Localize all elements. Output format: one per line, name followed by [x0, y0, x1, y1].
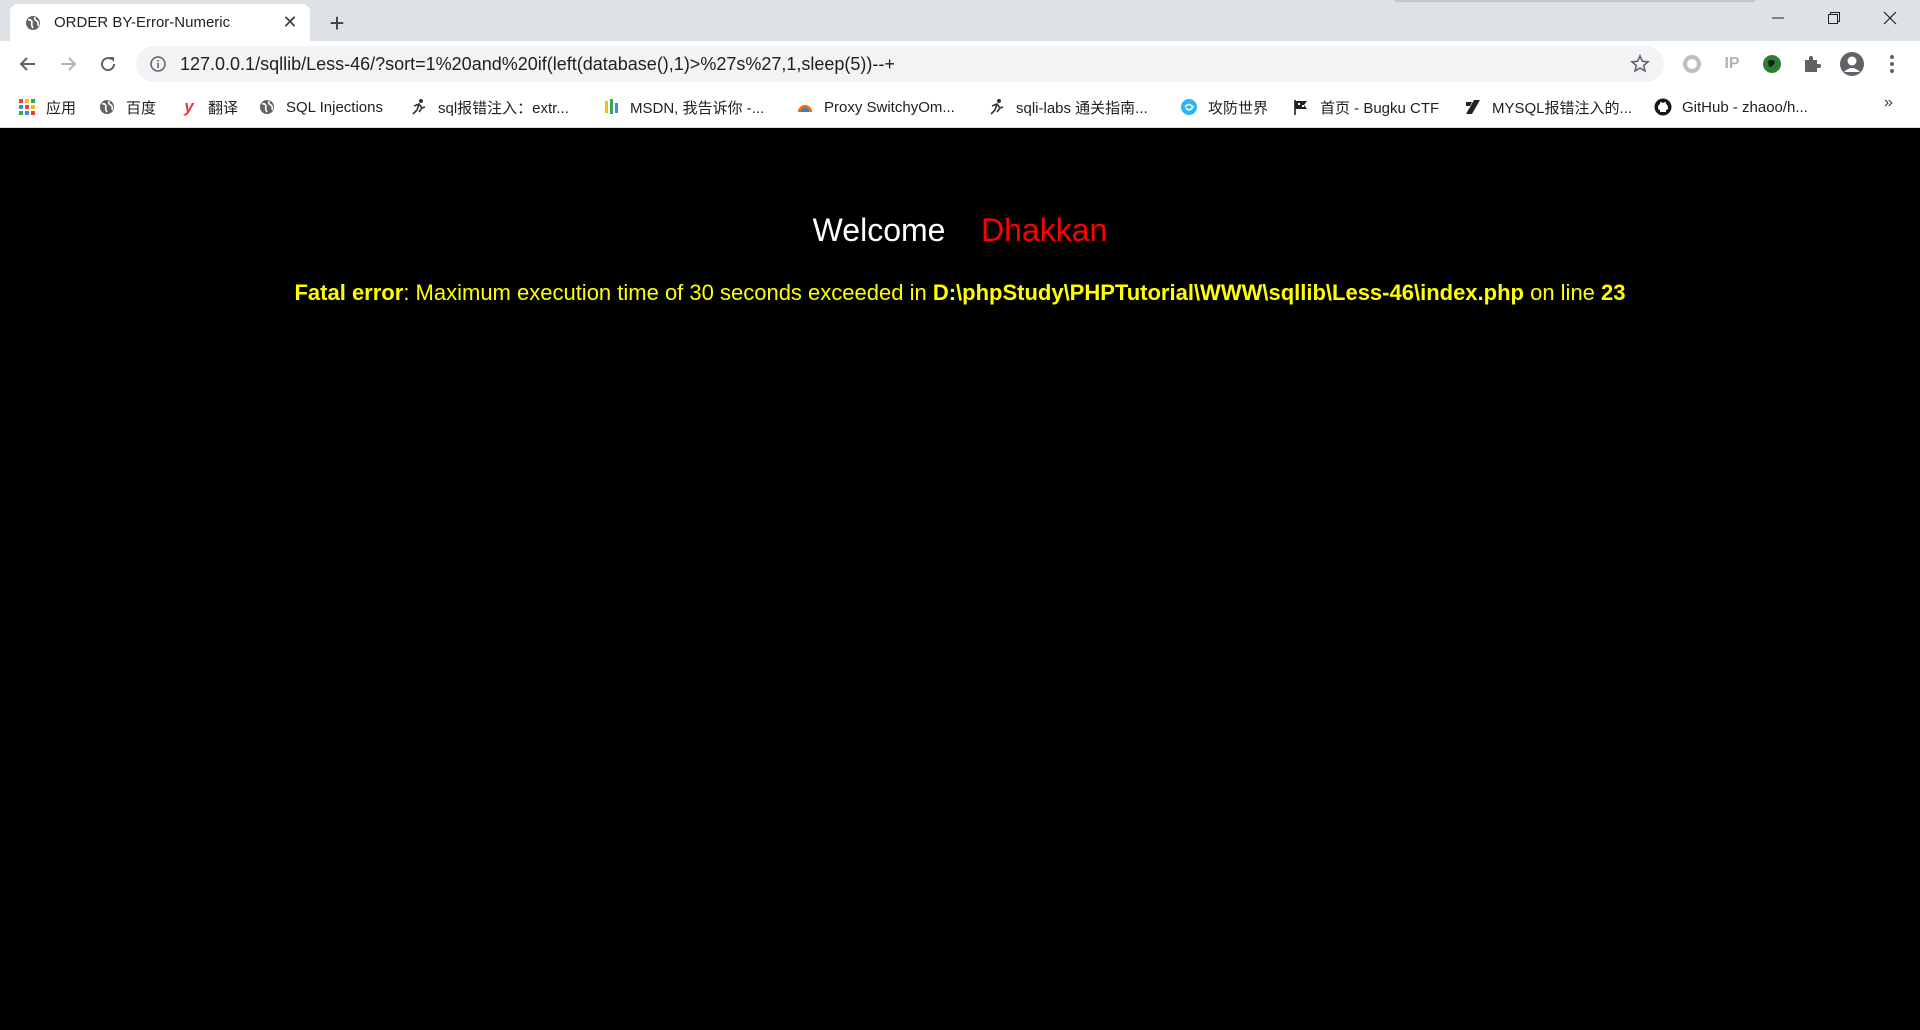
github-icon: [1654, 98, 1672, 116]
bookmark-label: MYSQL报错注入的...: [1492, 99, 1633, 117]
tab-order-by-error-numeric[interactable]: ORDER BY-Error-Numeric ✕: [10, 4, 310, 41]
runner-icon: [410, 98, 428, 116]
apps-icon: [18, 98, 36, 116]
msdn-icon: [602, 98, 620, 116]
bookmark-sqli-labs-guide[interactable]: sqli-labs 通关指南...: [988, 95, 1148, 119]
error-message: : Maximum execution time of 30 seconds e…: [403, 280, 933, 305]
bookmark-label: GitHub - zhaoo/h...: [1682, 98, 1808, 116]
bookmark-label: SQL Injections: [286, 98, 383, 116]
switchy-icon: [796, 98, 814, 116]
minimize-button[interactable]: [1750, 0, 1806, 36]
tab-strip: ORDER BY-Error-Numeric ✕ +: [0, 0, 1920, 41]
bookmark-adworld[interactable]: 攻防世界: [1180, 95, 1268, 119]
forward-arrow-icon: [61, 57, 77, 71]
fatal-error-message: Fatal error: Maximum execution time of 3…: [0, 280, 1920, 306]
globe-icon: [98, 98, 116, 116]
error-path: D:\phpStudy\PHPTutorial\WWW\sqllib\Less-…: [932, 280, 1524, 305]
runner-icon: [988, 98, 1006, 116]
toolbar: 127.0.0.1/sqllib/Less-46/?sort=1%20and%2…: [0, 41, 1920, 87]
restore-button[interactable]: [1806, 0, 1862, 36]
globe-icon: [24, 14, 42, 32]
bookmarks-bar: 应用 百度 y 翻译 SQL Injections sql报错注入：extr..…: [0, 87, 1920, 127]
popup-edge: [1395, 0, 1755, 2]
ip-label: IP: [1724, 55, 1740, 72]
reload-button[interactable]: [92, 48, 124, 80]
bookmark-proxy-switchyomega[interactable]: Proxy SwitchyOm...: [796, 95, 955, 119]
globe-icon: [258, 98, 276, 116]
bookmark-label: MSDN, 我告诉你 -...: [630, 99, 765, 117]
info-icon[interactable]: [148, 54, 168, 74]
bookmark-label: 翻译: [208, 99, 239, 117]
flag-icon: [1292, 98, 1310, 116]
bookmark-translate[interactable]: y 翻译: [180, 95, 238, 119]
url-text[interactable]: 127.0.0.1/sqllib/Less-46/?sort=1%20and%2…: [180, 54, 1626, 75]
green-extension-icon[interactable]: [1758, 50, 1786, 78]
bookmark-github[interactable]: GitHub - zhaoo/h...: [1654, 95, 1808, 119]
tab-title: ORDER BY-Error-Numeric: [54, 14, 231, 31]
forward-button[interactable]: [52, 48, 84, 80]
window-close-button[interactable]: [1862, 0, 1918, 36]
ip-extension[interactable]: IP: [1718, 50, 1746, 78]
address-bar[interactable]: 127.0.0.1/sqllib/Less-46/?sort=1%20and%2…: [136, 46, 1664, 82]
welcome-label: Welcome: [812, 212, 946, 248]
bookmark-mysql-error-injection[interactable]: MYSQL报错注入的...: [1464, 95, 1632, 119]
slash-icon: [1464, 98, 1482, 116]
bookmark-label: 攻防世界: [1208, 99, 1269, 117]
browser-chrome: ORDER BY-Error-Numeric ✕ + 127.0.0.1/sql…: [0, 0, 1920, 128]
error-line-number: 23: [1601, 280, 1626, 305]
bookmark-bugku[interactable]: 首页 - Bugku CTF: [1292, 95, 1439, 119]
bookmark-star-icon[interactable]: [1626, 50, 1654, 78]
reload-icon: [101, 57, 116, 72]
page-content: Welcome Dhakkan Fatal error: Maximum exe…: [0, 128, 1920, 1030]
tab-close-icon[interactable]: ✕: [280, 12, 300, 33]
bookmark-sql-injections[interactable]: SQL Injections: [258, 95, 383, 119]
bookmark-sql-error-injection[interactable]: sql报错注入：extr...: [410, 95, 569, 119]
swirl-icon: [1180, 98, 1198, 116]
bookmark-label: 百度: [126, 99, 157, 117]
new-tab-button[interactable]: +: [322, 8, 352, 38]
bookmark-msdn[interactable]: MSDN, 我告诉你 -...: [602, 95, 764, 119]
welcome-name: Dhakkan: [981, 212, 1108, 248]
youdao-icon: y: [184, 97, 194, 116]
error-prefix: Fatal error: [294, 280, 404, 305]
bookmark-baidu[interactable]: 百度: [98, 95, 156, 119]
record-icon[interactable]: [1678, 50, 1706, 78]
bookmark-apps[interactable]: 应用: [18, 95, 76, 119]
bookmark-label: 应用: [46, 99, 77, 117]
back-button[interactable]: [12, 48, 44, 80]
bookmark-label: Proxy SwitchyOm...: [824, 98, 955, 116]
back-arrow-icon: [19, 57, 35, 71]
bookmark-label: sql报错注入：extr...: [438, 99, 569, 117]
bookmark-label: sqli-labs 通关指南...: [1016, 99, 1148, 117]
puzzle-icon[interactable]: [1798, 50, 1826, 78]
welcome-heading: Welcome Dhakkan: [0, 212, 1920, 249]
error-on-line: on line: [1523, 280, 1602, 305]
bookmark-label: 首页 - Bugku CTF: [1320, 99, 1440, 117]
profile-icon[interactable]: [1838, 50, 1866, 78]
menu-icon[interactable]: [1878, 50, 1906, 78]
bookmarks-overflow-button[interactable]: »: [1884, 94, 1893, 112]
